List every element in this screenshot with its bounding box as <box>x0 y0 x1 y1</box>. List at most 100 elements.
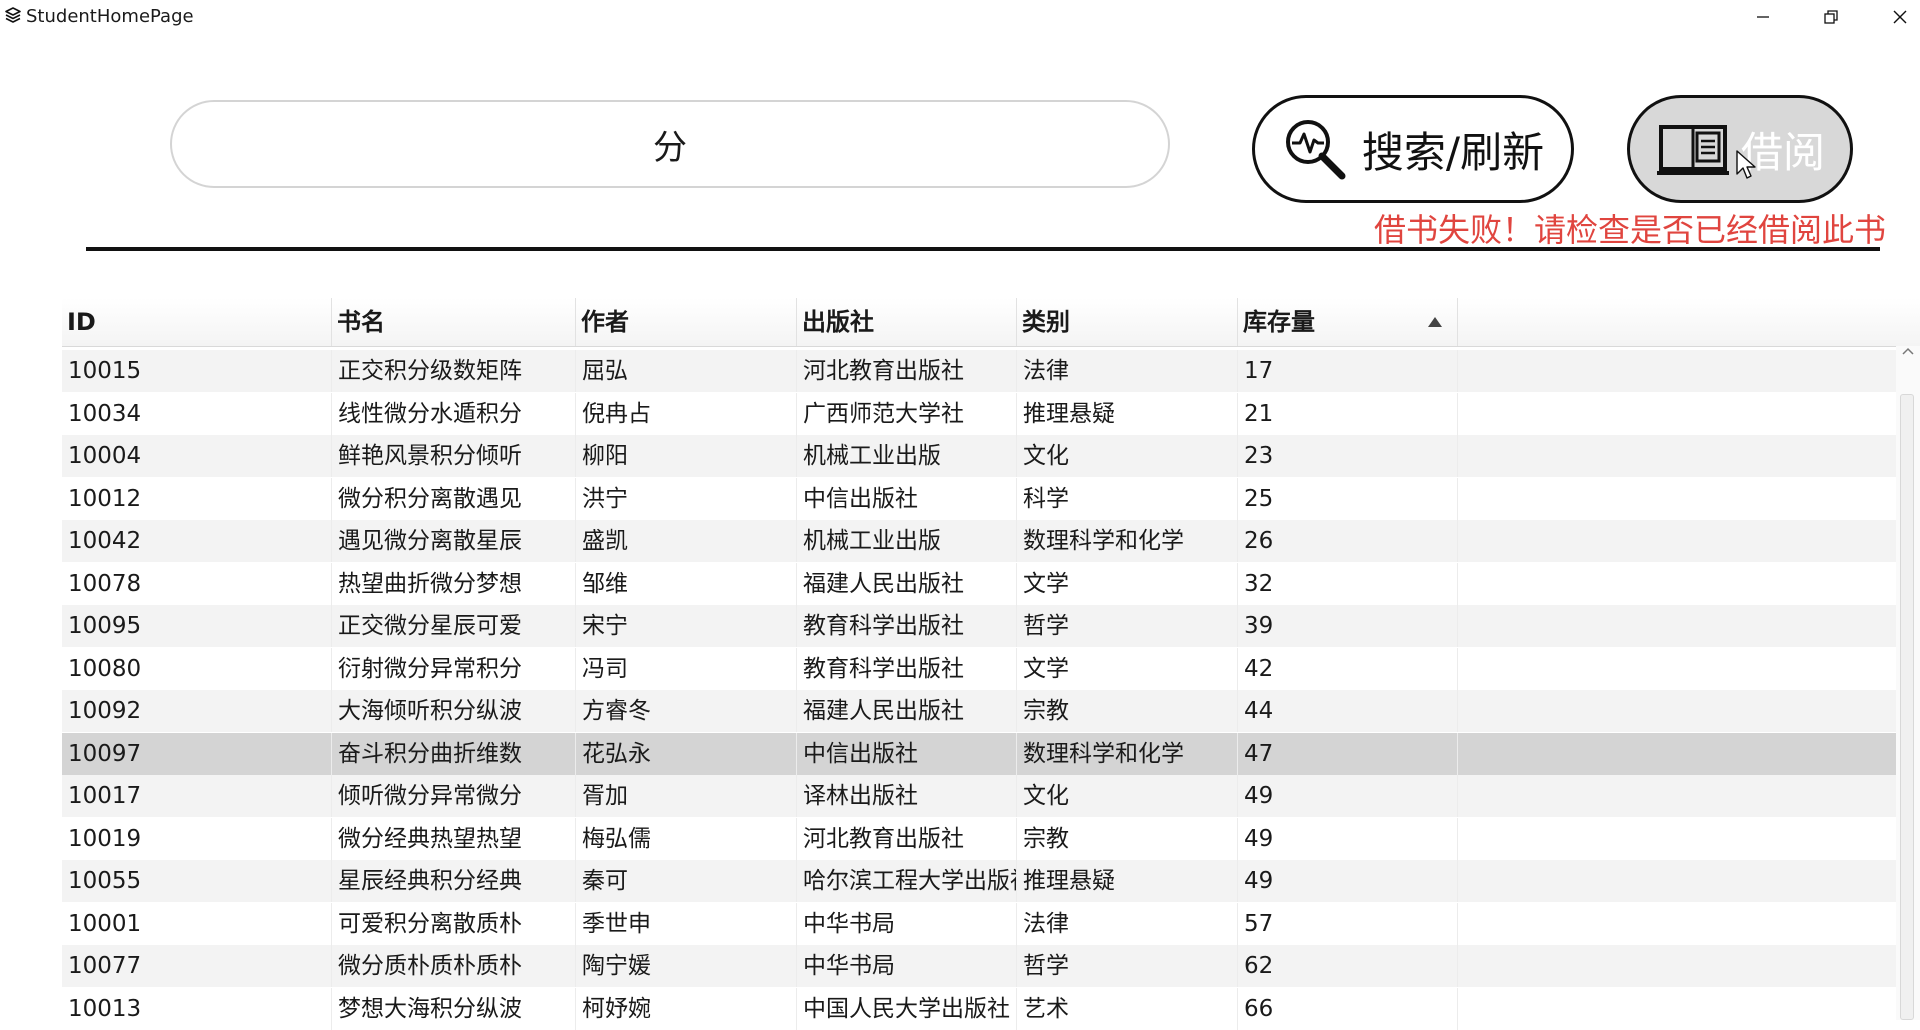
table-row[interactable]: 10017 倾听微分异常微分 胥加 译林出版社 文化 49 <box>62 775 1896 817</box>
scroll-up-arrow-icon[interactable] <box>1902 346 1914 356</box>
table-cell: 大海倾听积分纵波 <box>332 690 576 732</box>
table-cell: 艺术 <box>1017 987 1238 1030</box>
close-button[interactable] <box>1880 0 1920 34</box>
table-cell: 数理科学和化学 <box>1017 732 1238 775</box>
search-input[interactable]: 分 <box>170 100 1170 188</box>
table-cell: 梅弘儒 <box>576 817 797 860</box>
table-header: ID 书名 作者 出版社 类别 库存量 <box>62 298 1920 347</box>
table-cell: 10017 <box>62 775 332 817</box>
table-cell: 47 <box>1238 732 1458 775</box>
table-row[interactable]: 10055 星辰经典积分经典 秦可 哈尔滨工程大学出版社 推理悬疑 49 <box>62 860 1896 902</box>
table-cell: 10095 <box>62 605 332 647</box>
table-cell: 10015 <box>62 350 332 392</box>
close-icon <box>1893 10 1907 24</box>
mouse-cursor-icon <box>1736 150 1756 179</box>
table-row[interactable]: 10080 衍射微分异常积分 冯司 教育科学出版社 文学 42 <box>62 647 1896 690</box>
table-cell: 机械工业出版 <box>797 435 1017 477</box>
table-cell: 洪宁 <box>576 477 797 520</box>
table-cell: 62 <box>1238 945 1458 987</box>
table-row[interactable]: 10019 微分经典热望热望 梅弘儒 河北教育出版社 宗教 49 <box>62 817 1896 860</box>
table-cell: 10055 <box>62 860 332 902</box>
table-cell: 线性微分水遁积分 <box>332 392 576 435</box>
table-cell: 10077 <box>62 945 332 987</box>
table-cell: 福建人民出版社 <box>797 690 1017 732</box>
table-row[interactable]: 10001 可爱积分离散质朴 季世申 中华书局 法律 57 <box>62 902 1896 945</box>
table-row[interactable]: 10004 鲜艳风景积分倾听 柳阳 机械工业出版 文化 23 <box>62 435 1896 477</box>
table-cell: 17 <box>1238 350 1458 392</box>
borrow-button[interactable]: 借阅 <box>1627 95 1853 203</box>
table-cell: 数理科学和化学 <box>1017 520 1238 562</box>
table-cell: 49 <box>1238 817 1458 860</box>
table-cell: 10034 <box>62 392 332 435</box>
table-row[interactable]: 10097 奋斗积分曲折维数 花弘永 中信出版社 数理科学和化学 47 <box>62 732 1896 775</box>
table-row[interactable]: 10042 遇见微分离散星辰 盛凯 机械工业出版 数理科学和化学 26 <box>62 520 1896 562</box>
table-cell: 河北教育出版社 <box>797 817 1017 860</box>
table-cell: 花弘永 <box>576 732 797 775</box>
table-cell: 倪冉占 <box>576 392 797 435</box>
restore-icon <box>1824 10 1838 24</box>
table-cell: 宗教 <box>1017 817 1238 860</box>
stack-icon <box>5 7 21 23</box>
table-cell: 方睿冬 <box>576 690 797 732</box>
header-divider <box>86 247 1880 251</box>
table-cell: 盛凯 <box>576 520 797 562</box>
table-cell: 星辰经典积分经典 <box>332 860 576 902</box>
table-cell: 文化 <box>1017 435 1238 477</box>
table-row[interactable]: 10077 微分质朴质朴质朴 陶宁媛 中华书局 哲学 62 <box>62 945 1896 987</box>
scrollbar-thumb[interactable] <box>1900 394 1914 1020</box>
table-row[interactable]: 10013 梦想大海积分纵波 柯妤婉 中国人民大学出版社 艺术 66 <box>62 987 1896 1030</box>
table-cell: 10001 <box>62 902 332 945</box>
table-cell: 哲学 <box>1017 945 1238 987</box>
table-cell: 42 <box>1238 647 1458 690</box>
table-cell: 微分经典热望热望 <box>332 817 576 860</box>
table-cell: 机械工业出版 <box>797 520 1017 562</box>
vertical-scrollbar[interactable] <box>1896 346 1920 1020</box>
column-header[interactable]: 库存量 <box>1238 298 1458 346</box>
table-cell: 文化 <box>1017 775 1238 817</box>
table-cell: 57 <box>1238 902 1458 945</box>
table-cell: 66 <box>1238 987 1458 1030</box>
table-cell: 中华书局 <box>797 902 1017 945</box>
table-cell: 10042 <box>62 520 332 562</box>
table-row[interactable]: 10095 正交微分星辰可爱 宋宁 教育科学出版社 哲学 39 <box>62 605 1896 647</box>
table-cell: 热望曲折微分梦想 <box>332 562 576 605</box>
table-row[interactable]: 10015 正交积分级数矩阵 屈弘 河北教育出版社 法律 17 <box>62 350 1896 392</box>
table-row[interactable]: 10012 微分积分离散遇见 洪宁 中信出版社 科学 25 <box>62 477 1896 520</box>
table-cell: 福建人民出版社 <box>797 562 1017 605</box>
table-cell: 遇见微分离散星辰 <box>332 520 576 562</box>
table-cell: 柯妤婉 <box>576 987 797 1030</box>
table-row[interactable]: 10078 热望曲折微分梦想 邹维 福建人民出版社 文学 32 <box>62 562 1896 605</box>
table-cell: 邹维 <box>576 562 797 605</box>
table-cell: 胥加 <box>576 775 797 817</box>
table-row[interactable]: 10034 线性微分水遁积分 倪冉占 广西师范大学社 推理悬疑 21 <box>62 392 1896 435</box>
table-cell: 哲学 <box>1017 605 1238 647</box>
column-header[interactable]: 类别 <box>1017 298 1238 346</box>
column-header[interactable]: 出版社 <box>797 298 1017 346</box>
table-cell: 教育科学出版社 <box>797 647 1017 690</box>
table-cell: 宋宁 <box>576 605 797 647</box>
minimize-icon <box>1757 16 1769 18</box>
table-cell: 推理悬疑 <box>1017 392 1238 435</box>
table-cell: 陶宁媛 <box>576 945 797 987</box>
minimize-button[interactable] <box>1740 0 1786 34</box>
restore-button[interactable] <box>1808 0 1854 34</box>
table-cell: 倾听微分异常微分 <box>332 775 576 817</box>
column-header-label: 库存量 <box>1243 308 1315 336</box>
table-cell: 法律 <box>1017 350 1238 392</box>
column-header-label: 作者 <box>581 308 629 336</box>
column-header-label: 出版社 <box>802 308 874 336</box>
window-title: StudentHomePage <box>26 6 194 27</box>
table-row[interactable]: 10092 大海倾听积分纵波 方睿冬 福建人民出版社 宗教 44 <box>62 690 1896 732</box>
search-refresh-button[interactable]: 搜索/刷新 <box>1252 95 1574 203</box>
column-header-label: ID <box>67 308 96 336</box>
table-cell: 微分积分离散遇见 <box>332 477 576 520</box>
sort-ascending-icon <box>1428 317 1442 327</box>
table-cell: 科学 <box>1017 477 1238 520</box>
table-cell: 26 <box>1238 520 1458 562</box>
column-header[interactable]: 书名 <box>332 298 576 346</box>
column-header[interactable]: ID <box>62 298 332 346</box>
table-cell: 可爱积分离散质朴 <box>332 902 576 945</box>
table-cell: 49 <box>1238 860 1458 902</box>
table-cell: 屈弘 <box>576 350 797 392</box>
column-header[interactable]: 作者 <box>576 298 797 346</box>
